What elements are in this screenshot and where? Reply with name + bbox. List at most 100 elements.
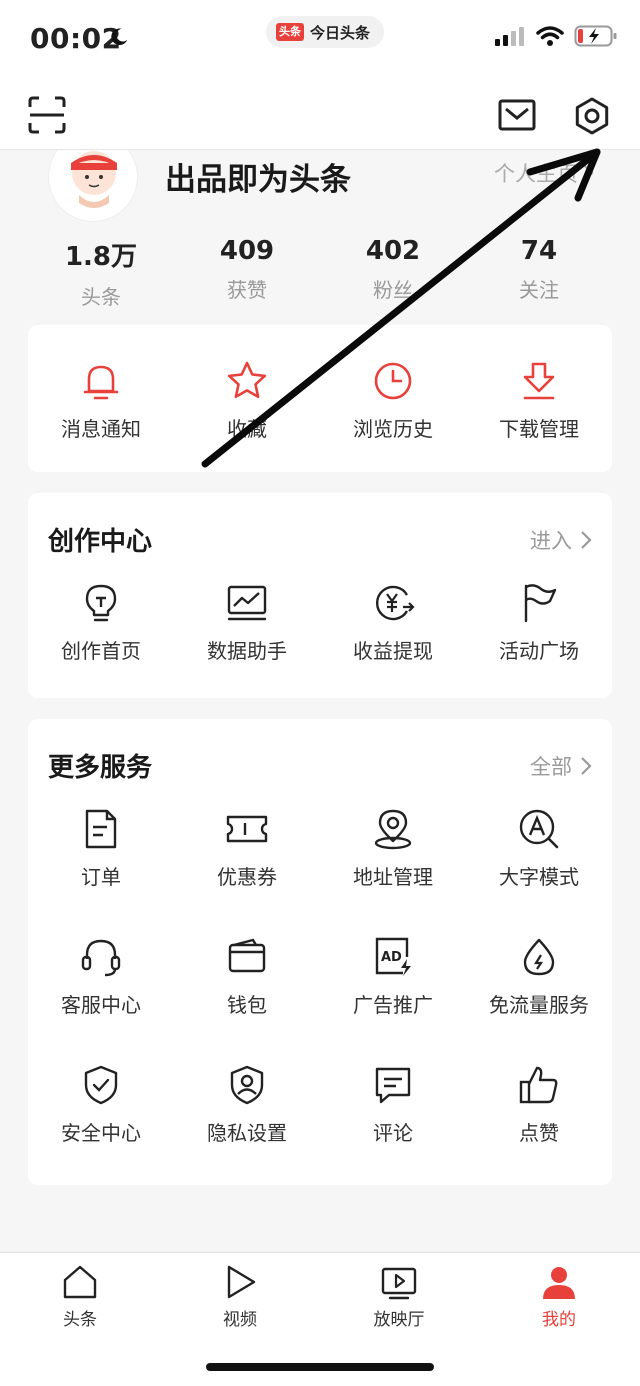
wallet-icon: [228, 938, 266, 973]
service-address[interactable]: 地址管理: [320, 807, 466, 935]
stat-value: 409: [219, 236, 275, 266]
creation-data-assistant[interactable]: 数据助手: [174, 581, 320, 709]
service-large-font[interactable]: 大字模式: [466, 807, 612, 935]
stat-label: 头条: [81, 285, 121, 309]
quick-action-downloads[interactable]: 下载管理: [466, 359, 612, 487]
profile-stats: 1.8万 头条 409 获赞 402 粉丝 74 关注: [28, 236, 612, 310]
homepage-link-label: 个人主页: [494, 162, 578, 186]
moon-icon: [111, 28, 128, 45]
ad-icon: AD: [375, 937, 411, 976]
service-privacy[interactable]: 隐私设置: [174, 1063, 320, 1191]
creation-earnings[interactable]: 收益提现: [320, 581, 466, 709]
cell-label: 大字模式: [499, 865, 579, 889]
svg-text:AD: AD: [381, 950, 402, 965]
data-drop-icon: [523, 938, 555, 976]
nav-video[interactable]: 视频: [185, 1263, 295, 1330]
chevron-right-icon: [581, 757, 592, 775]
home-indicator: [206, 1363, 434, 1371]
bell-icon: [83, 365, 119, 400]
more-label: 进入: [530, 529, 572, 553]
service-coupons[interactable]: 优惠券: [174, 807, 320, 935]
stat-following[interactable]: 74 关注: [466, 236, 612, 310]
app-indicator[interactable]: 头条 今日头条: [266, 16, 385, 48]
nav-headlines[interactable]: 头条: [25, 1263, 135, 1330]
stat-likes[interactable]: 409 获赞: [174, 236, 320, 310]
cell-label: 数据助手: [207, 639, 287, 663]
chart-icon: [227, 585, 267, 621]
cell-label: 钱包: [227, 993, 267, 1017]
download-icon: [523, 362, 555, 400]
wifi-icon: [536, 26, 564, 46]
service-ads[interactable]: AD 广告推广: [320, 935, 466, 1063]
quick-actions-card: 消息通知 收藏 浏览历史 下载管理: [28, 325, 612, 472]
cell-label: 创作首页: [61, 639, 141, 663]
stat-value: 1.8万: [64, 242, 138, 272]
nav-theater[interactable]: 放映厅: [344, 1263, 454, 1330]
creation-center-card: 创作中心 进入 创作首页 数据助手 收益提现 活动广场: [28, 493, 612, 698]
lightbulb-icon: [85, 584, 117, 622]
service-data-free[interactable]: 免流量服务: [466, 935, 612, 1063]
service-comments[interactable]: 评论: [320, 1063, 466, 1191]
cell-label: 优惠券: [217, 865, 277, 889]
flag-icon: [524, 584, 557, 623]
battery-icon: [574, 25, 617, 47]
nav-mine[interactable]: 我的: [504, 1263, 614, 1330]
more-services-card: 更多服务 全部 订单 优惠券 地址管理 大字模式 客服中心 钱包 AD 广告推广…: [28, 719, 612, 1185]
cell-label: 收益提现: [353, 639, 433, 663]
service-customer-service[interactable]: 客服中心: [28, 935, 174, 1063]
service-orders[interactable]: 订单: [28, 807, 174, 935]
cell-label: 地址管理: [353, 865, 433, 889]
service-likes[interactable]: 点赞: [466, 1063, 612, 1191]
homepage-link[interactable]: 个人主页: [494, 158, 594, 188]
top-bar: [0, 78, 640, 150]
coupon-icon: [226, 815, 268, 843]
stat-label: 粉丝: [373, 278, 413, 302]
cell-label: 活动广场: [499, 639, 579, 663]
cell-label: 安全中心: [61, 1121, 141, 1145]
stat-followers[interactable]: 402 粉丝: [320, 236, 466, 310]
app-logo: 头条: [276, 23, 304, 41]
service-security[interactable]: 安全中心: [28, 1063, 174, 1191]
stat-headlines[interactable]: 1.8万 头条: [28, 236, 174, 310]
creation-events[interactable]: 活动广场: [466, 581, 612, 709]
headset-icon: [81, 939, 121, 977]
home-icon: [63, 1265, 97, 1299]
shield-icon: [84, 1065, 118, 1105]
services-all-link[interactable]: 全部: [530, 751, 592, 781]
profile-section: 出品即为头条 个人主页 1.8万 头条 409 获赞 402 粉丝 74 关注: [0, 132, 640, 320]
service-wallet[interactable]: 钱包: [174, 935, 320, 1063]
person-icon: [543, 1267, 575, 1299]
font-size-icon: [519, 809, 559, 849]
privacy-icon: [230, 1065, 264, 1105]
bottom-nav: 头条 视频 放映厅 我的: [0, 1252, 640, 1386]
cell-label: 客服中心: [61, 993, 141, 1017]
nav-label: 视频: [223, 1310, 257, 1330]
location-icon: [374, 809, 412, 850]
cell-label: 浏览历史: [353, 417, 433, 441]
stat-label: 获赞: [227, 278, 267, 302]
cell-label: 订单: [81, 865, 121, 889]
cell-label: 收藏: [227, 417, 267, 441]
quick-action-notifications[interactable]: 消息通知: [28, 359, 174, 487]
creation-home[interactable]: 创作首页: [28, 581, 174, 709]
stat-value: 402: [365, 236, 421, 266]
scan-icon[interactable]: [28, 96, 66, 134]
cell-label: 评论: [373, 1121, 413, 1145]
yuan-icon: [375, 585, 415, 621]
stat-label: 关注: [519, 278, 559, 302]
mail-icon[interactable]: [498, 98, 536, 132]
cell-label: 消息通知: [61, 417, 141, 441]
card-title: 更多服务: [48, 753, 153, 783]
quick-action-history[interactable]: 浏览历史: [320, 359, 466, 487]
cell-label: 点赞: [519, 1121, 559, 1145]
creation-enter-link[interactable]: 进入: [530, 525, 592, 555]
cell-label: 下载管理: [499, 417, 579, 441]
gear-icon[interactable]: [572, 96, 612, 136]
quick-action-favorites[interactable]: 收藏: [174, 359, 320, 487]
cell-label: 隐私设置: [207, 1121, 287, 1145]
username: 出品即为头条: [165, 162, 351, 198]
order-icon: [85, 809, 117, 849]
app-name: 今日头条: [310, 23, 371, 42]
chevron-right-icon: [583, 164, 594, 182]
signal-icon: [495, 27, 524, 46]
